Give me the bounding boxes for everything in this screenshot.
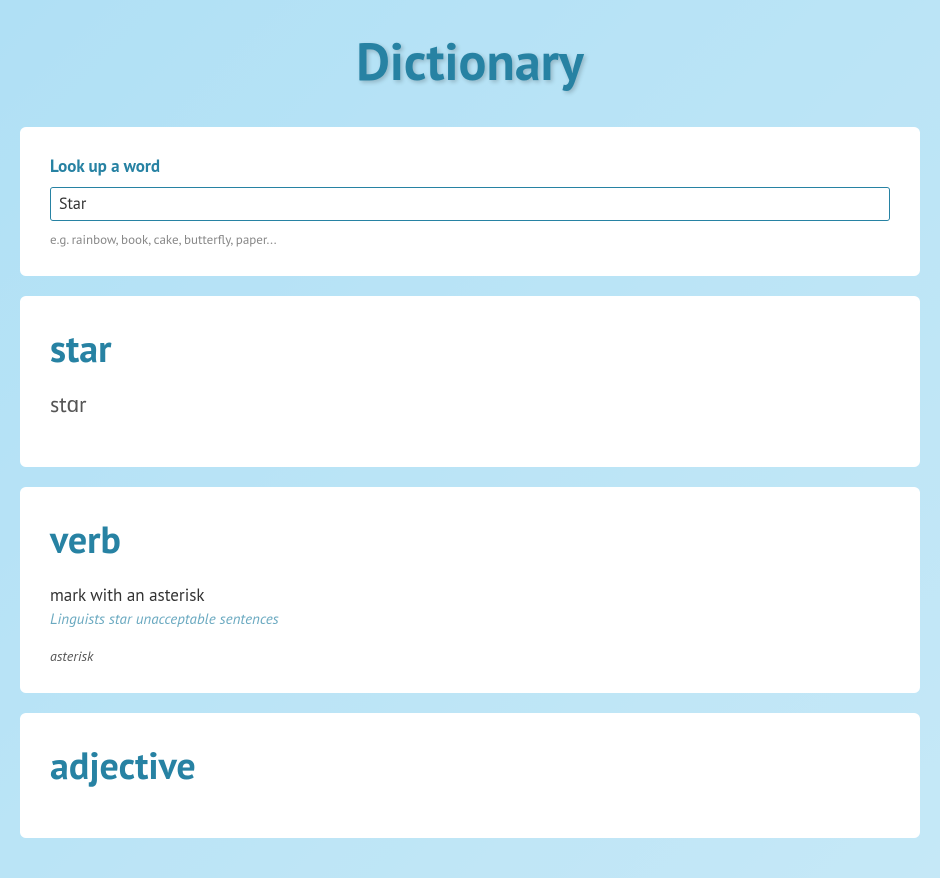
sense-card-verb: verb mark with an asterisk Linguists sta…: [20, 487, 920, 693]
word-entry-card: star stɑr: [20, 296, 920, 467]
entry-word: star: [50, 324, 890, 373]
entry-pronunciation: stɑr: [50, 391, 890, 419]
pos-heading: verb: [50, 515, 890, 564]
definition-text: mark with an asterisk: [50, 584, 890, 606]
example-text: Linguists star unacceptable sentences: [50, 610, 890, 629]
pos-heading: adjective: [50, 741, 890, 790]
page-title: Dictionary: [20, 0, 920, 127]
search-label: Look up a word: [50, 155, 890, 177]
search-input[interactable]: [50, 187, 890, 221]
sense-card-adjective: adjective: [20, 713, 920, 838]
search-card: Look up a word e.g. rainbow, book, cake,…: [20, 127, 920, 276]
synonym-text: asterisk: [50, 647, 890, 665]
search-hint: e.g. rainbow, book, cake, butterfly, pap…: [50, 231, 890, 248]
